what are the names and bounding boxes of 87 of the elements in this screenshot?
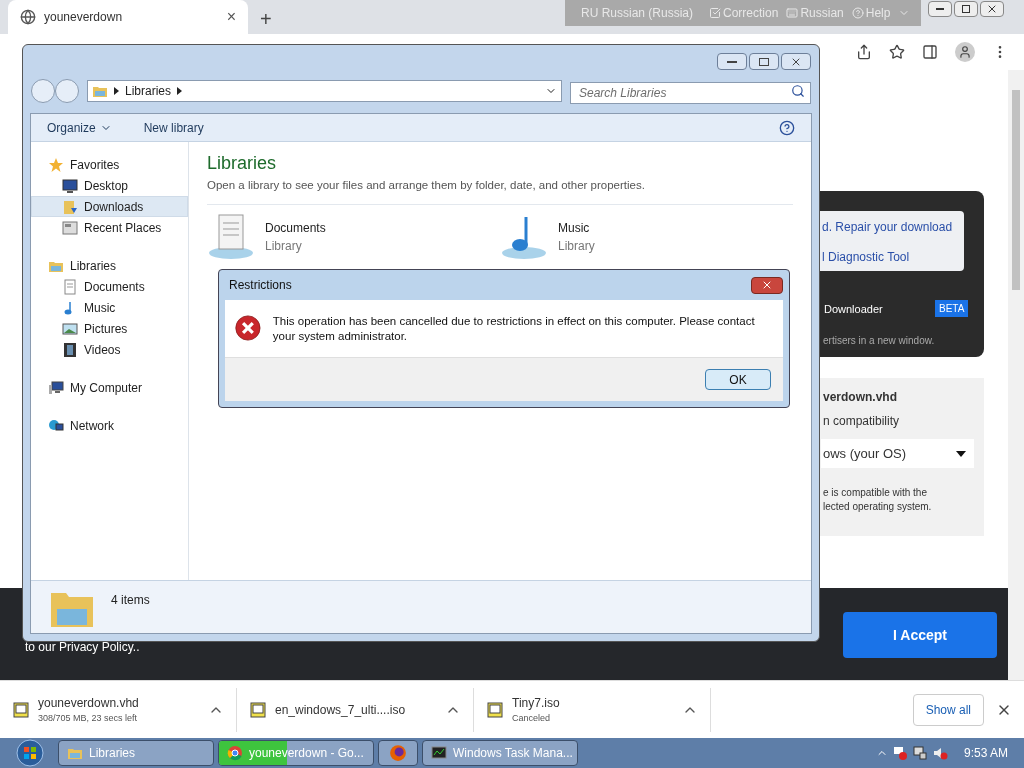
error-icon: [235, 312, 261, 344]
flag-icon[interactable]: [891, 745, 908, 761]
close-icon: [986, 3, 998, 15]
file-name: verdown.vhd: [823, 389, 897, 406]
toolbar-button[interactable]: Organize: [47, 118, 112, 137]
network-icon[interactable]: [911, 745, 928, 761]
close-icon: [761, 279, 773, 291]
close-tab-button[interactable]: ×: [226, 5, 236, 29]
download-item[interactable]: Tiny7.iso Canceled: [474, 687, 711, 732]
new-tab-button[interactable]: +: [260, 4, 272, 34]
nav-item[interactable]: Music: [31, 297, 188, 318]
compatibility-note: e is compatible with the: [823, 486, 927, 500]
close-button[interactable]: [751, 276, 783, 294]
profile-icon[interactable]: [955, 42, 975, 62]
clock[interactable]: 9:53 AM: [951, 744, 1020, 762]
help-icon[interactable]: [779, 119, 795, 136]
libraries-heading: Libraries: [207, 152, 278, 175]
film-icon: [62, 341, 78, 358]
chrome-icon: [227, 745, 243, 761]
bookmark-star-icon[interactable]: [889, 44, 905, 60]
minimize-button[interactable]: [928, 1, 952, 17]
close-button[interactable]: [980, 1, 1004, 17]
search-field[interactable]: Search Libraries: [570, 82, 811, 104]
os-select[interactable]: ows (your OS): [821, 439, 974, 468]
breadcrumb-arrow-icon[interactable]: [177, 87, 183, 95]
download-folder-icon: [62, 198, 78, 215]
advertisers-note: ertisers in a new window.: [823, 334, 935, 348]
minimize-button[interactable]: [717, 53, 747, 70]
keyboard-icon: [786, 7, 799, 19]
search-icon[interactable]: [791, 84, 805, 98]
help-link[interactable]: d. Repair your download: [822, 218, 953, 236]
library-item[interactable]: Music Library: [500, 213, 793, 262]
nav-item[interactable]: Pictures: [31, 318, 188, 339]
item-count: 4 items: [111, 592, 150, 609]
computer-icon: [48, 379, 64, 396]
ok-button[interactable]: OK: [705, 369, 771, 390]
show-all-button[interactable]: Show all: [912, 693, 984, 726]
disc-image-icon: [486, 700, 504, 719]
nav-item[interactable]: Network: [31, 415, 188, 436]
address-bar[interactable]: Libraries: [87, 80, 562, 102]
breadcrumb-arrow-icon[interactable]: [114, 87, 119, 95]
side-panel-icon[interactable]: [922, 44, 938, 60]
checkbox-icon: [709, 7, 722, 19]
close-button[interactable]: [781, 53, 811, 70]
download-item[interactable]: en_windows_7_ulti....iso: [237, 687, 474, 732]
speaker-icon[interactable]: [931, 745, 948, 761]
disc-image-icon: [249, 700, 267, 719]
maximize-button[interactable]: [749, 53, 779, 70]
monitor-icon: [62, 177, 78, 194]
libraries-description: Open a library to see your files and arrange them by folder, date, and other properties.: [207, 177, 793, 206]
help-link[interactable]: l Diagnostic Tool: [822, 248, 910, 266]
nav-item[interactable]: Documents: [31, 276, 188, 297]
nav-item[interactable]: Videos: [31, 339, 188, 360]
dialog-message: This operation has been cancelled due to restrictions in effect on this computer. Please contact your system administrator.: [272, 314, 756, 344]
scrollbar[interactable]: [1008, 70, 1024, 680]
star-icon: [48, 156, 64, 173]
restore-button[interactable]: [954, 1, 978, 17]
download-item[interactable]: youneverdown.vhd 308/705 MB, 23 secs left: [0, 687, 237, 732]
toolbar-button[interactable]: New library: [143, 118, 204, 137]
breadcrumb-item[interactable]: Libraries: [125, 82, 172, 100]
privacy-text: to our Privacy Policy..: [25, 639, 140, 656]
firefox-icon: [389, 744, 407, 762]
library-item[interactable]: Documents Library: [207, 213, 500, 262]
nav-item[interactable]: Downloads: [31, 196, 188, 217]
browser-tab[interactable]: youneverdown ×: [8, 0, 248, 34]
task-manager-icon: [431, 745, 447, 761]
help-icon: [851, 7, 864, 19]
compatibility-note: lected operating system.: [823, 500, 932, 514]
accept-button[interactable]: I Accept: [843, 612, 997, 658]
globe-icon: [20, 9, 36, 25]
nav-item[interactable]: Libraries: [31, 255, 188, 276]
compatibility-label: n compatibility: [823, 413, 900, 430]
taskbar-button[interactable]: [378, 740, 418, 766]
downloader-label: Downloader: [824, 302, 883, 317]
nav-item[interactable]: Desktop: [31, 175, 188, 196]
tab-title: youneverdown: [44, 9, 124, 26]
disc-image-icon: [12, 700, 30, 719]
recent-places-icon: [62, 219, 78, 236]
nav-item[interactable]: Recent Places: [31, 217, 188, 238]
dialog-title: Restrictions: [228, 277, 292, 294]
beta-badge: BETA: [935, 300, 969, 317]
nav-item[interactable]: Favorites: [31, 154, 188, 175]
nav-item[interactable]: My Computer: [31, 377, 188, 398]
network-icon: [48, 417, 64, 434]
share-icon[interactable]: [856, 44, 872, 60]
picture-icon: [62, 320, 78, 337]
document-icon: [62, 278, 78, 295]
